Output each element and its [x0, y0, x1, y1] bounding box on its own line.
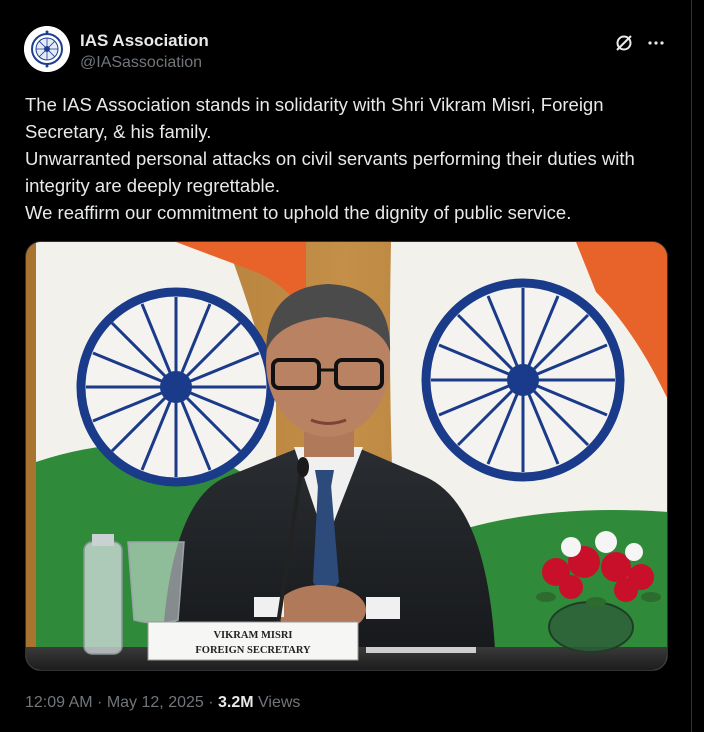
- ias-emblem-icon: [24, 26, 70, 72]
- nameplate-name: VIKRAM MISRI: [213, 630, 292, 641]
- water-glass: [127, 541, 185, 624]
- press-briefing-photo: VIKRAM MISRI FOREIGN SECRETARY: [26, 242, 667, 670]
- tweet-header: IAS Association @IASassociation: [24, 26, 667, 76]
- more-options-icon[interactable]: [645, 32, 667, 54]
- account-name-block: IAS Association @IASassociation: [80, 30, 209, 74]
- tweet-media-image[interactable]: VIKRAM MISRI FOREIGN SECRETARY: [25, 241, 668, 671]
- display-name[interactable]: IAS Association: [80, 30, 209, 52]
- header-actions: [613, 32, 667, 54]
- tweet-meta: 12:09 AM · May 12, 2025 · 3.2M Views: [25, 692, 300, 714]
- tweet-body: The IAS Association stands in solidarity…: [25, 91, 675, 226]
- water-bottle: [83, 534, 123, 655]
- meta-separator: ·: [92, 694, 107, 711]
- avatar[interactable]: [24, 26, 70, 72]
- tweet-line: We reaffirm our commitment to uphold the…: [25, 202, 572, 223]
- views-count[interactable]: 3.2M: [218, 694, 254, 711]
- account-handle[interactable]: @IASassociation: [80, 52, 209, 74]
- tweet-date[interactable]: May 12, 2025: [107, 694, 204, 711]
- tweet-time[interactable]: 12:09 AM: [25, 694, 93, 711]
- tweet-card: IAS Association @IASassociation The IAS …: [0, 0, 692, 732]
- nameplate-title: FOREIGN SECRETARY: [195, 645, 311, 656]
- tweet-line: The IAS Association stands in solidarity…: [25, 94, 604, 142]
- grok-icon[interactable]: [613, 32, 635, 54]
- views-label: Views: [258, 694, 301, 711]
- meta-separator: ·: [203, 694, 218, 711]
- tweet-line: Unwarranted personal attacks on civil se…: [25, 148, 635, 196]
- nameplate: VIKRAM MISRI FOREIGN SECRETARY: [147, 621, 359, 661]
